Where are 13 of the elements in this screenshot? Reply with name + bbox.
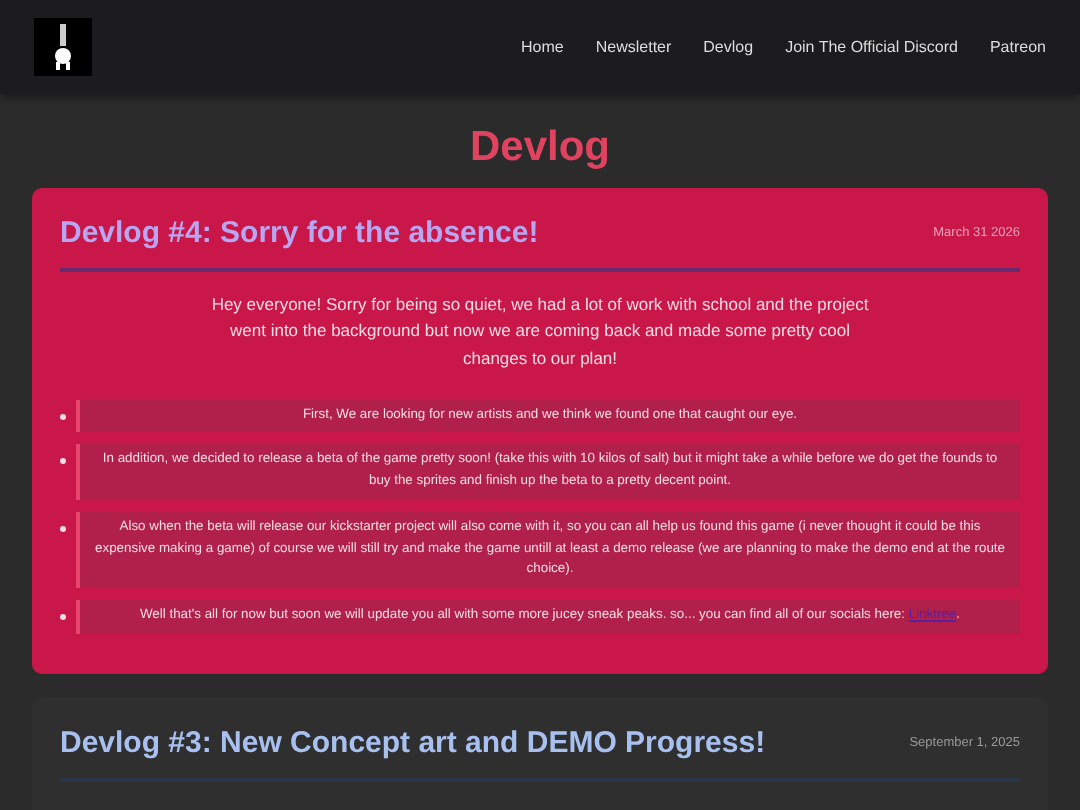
bullet-icon [60, 525, 66, 532]
post-title: Devlog #3: New Concept art and DEMO Progress! [60, 725, 766, 762]
page-title: Devlog [467, 122, 612, 173]
post-title: Devlog #4: Sorry for the absence! [60, 216, 539, 253]
nav-link[interactable]: Patreon [989, 35, 1046, 59]
intro-paragraph: Hey everyone! Sorry for being so quiet, we had a lot of work with school and the project went into the background but now we are coming back and made some pretty cool changes to our plan! [210, 292, 870, 372]
nav-link[interactable]: Join The Official Discord [785, 35, 958, 59]
bullet-icon [60, 614, 66, 621]
nav-link[interactable]: Devlog [703, 35, 754, 59]
bullet-icon [60, 413, 66, 420]
nav-link[interactable]: Newsletter [595, 35, 672, 59]
nav-link[interactable]: Home [521, 35, 564, 59]
bullet-icon [60, 458, 66, 465]
